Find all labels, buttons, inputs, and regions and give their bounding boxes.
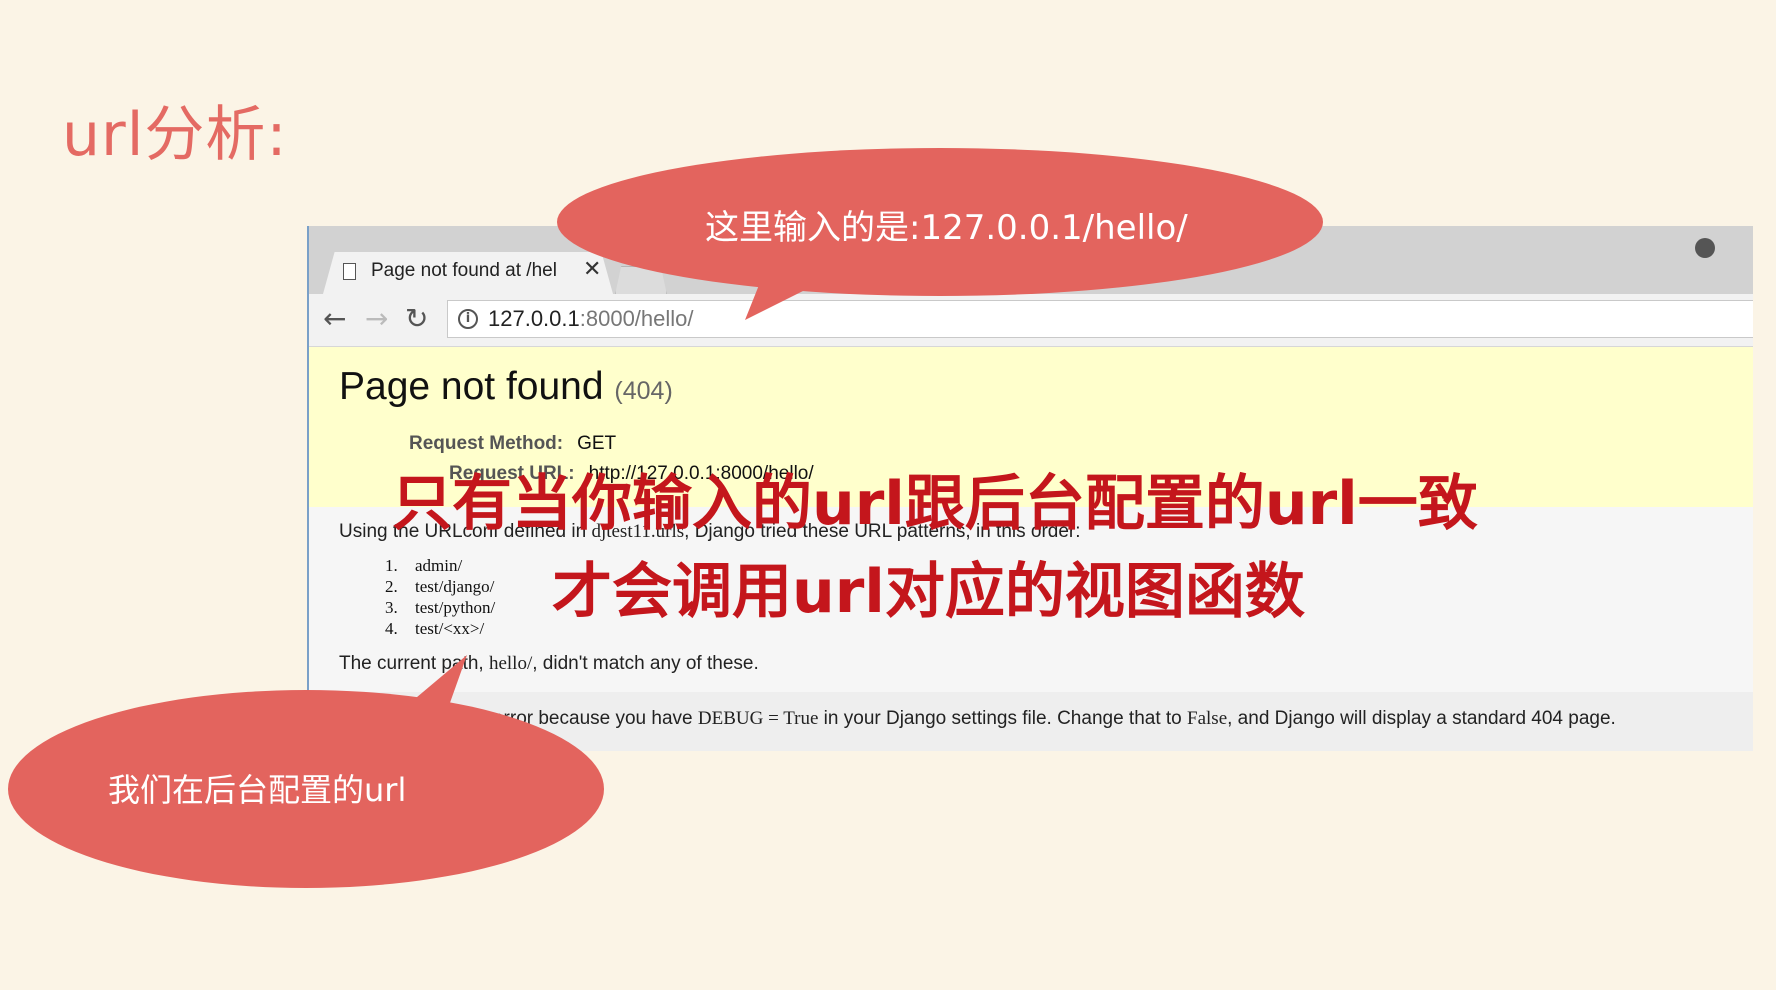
forward-arrow-icon[interactable]: →	[365, 302, 388, 335]
back-arrow-icon[interactable]: ←	[323, 302, 346, 335]
explanation-tail: , and Django will display a standard 404…	[1227, 708, 1616, 729]
address-bar[interactable]: i 127.0.0.1:8000/hello/	[447, 300, 1753, 338]
pattern-number: 3.	[385, 598, 398, 617]
pattern-number: 4.	[385, 619, 398, 638]
document-icon	[343, 263, 356, 280]
pattern-text: test/django/	[415, 577, 495, 596]
request-method-row: Request Method: GET	[409, 433, 616, 455]
pattern-text: test/python/	[415, 598, 496, 617]
current-path-value: hello/	[488, 653, 533, 674]
status-code: (404)	[614, 377, 673, 405]
info-icon[interactable]: i	[458, 309, 478, 329]
url-path: :8000/hello/	[579, 306, 694, 331]
list-item: 2. test/django/	[385, 576, 495, 597]
url-pattern-list: 1. admin/ 2. test/django/ 3. test/python/ 4…	[385, 555, 495, 639]
list-item: 4. test/<xx>/	[385, 618, 495, 639]
debug-setting: DEBUG = True	[697, 708, 819, 729]
current-path-message: The current path, hello/, didn't match a…	[339, 653, 759, 675]
explanation-middle: in your Django settings file. Change tha…	[818, 708, 1188, 729]
address-text[interactable]: 127.0.0.1:8000/hello/	[488, 306, 694, 332]
close-tab-icon[interactable]: ✕	[583, 257, 601, 282]
overlay-line-1: 只有当你输入的url跟后台配置的url一致	[392, 469, 1478, 539]
list-item: 3. test/python/	[385, 597, 495, 618]
pattern-text: test/<xx>/	[415, 619, 485, 638]
page-title-text: Page not found	[339, 365, 604, 408]
pattern-text: admin/	[415, 556, 463, 575]
profile-icon[interactable]	[1695, 238, 1715, 258]
bottom-bubble-text: 我们在后台配置的url	[108, 771, 407, 809]
browser-toolbar: ← → ↻ i 127.0.0.1:8000/hello/	[309, 294, 1753, 347]
page-title: Page not found (404)	[339, 365, 673, 409]
current-path-tail: , didn't match any of these.	[532, 653, 759, 674]
overlay-line-2: 才会调用url对应的视图函数	[552, 557, 1305, 627]
pattern-number: 1.	[385, 556, 398, 575]
url-host: 127.0.0.1	[488, 306, 580, 331]
slide-title: url分析:	[62, 100, 288, 170]
list-item: 1. admin/	[385, 555, 495, 576]
request-method-value: GET	[577, 433, 617, 454]
pattern-number: 2.	[385, 577, 398, 596]
reload-icon[interactable]: ↻	[405, 302, 428, 335]
false-setting: False	[1187, 708, 1228, 729]
request-method-label: Request Method:	[409, 433, 564, 454]
tab-title[interactable]: Page not found at /hel	[371, 260, 571, 282]
top-bubble-text: 这里输入的是:127.0.0.1/hello/	[705, 208, 1188, 248]
